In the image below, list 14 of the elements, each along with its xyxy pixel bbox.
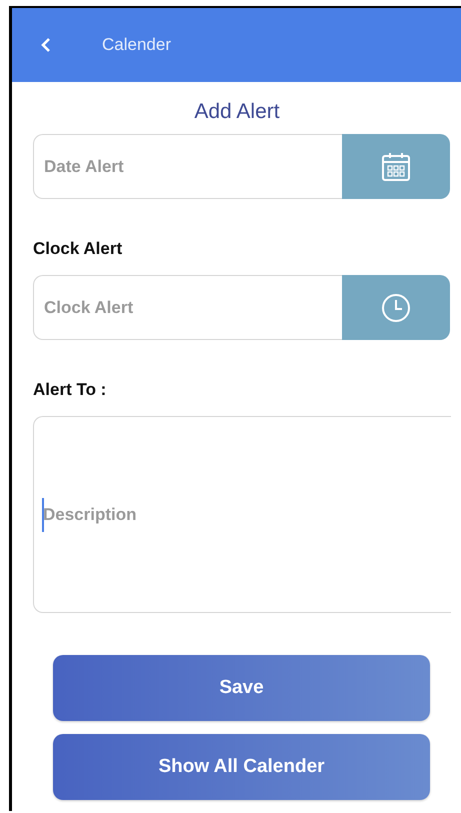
page-heading: Add Alert xyxy=(194,100,280,124)
clock-alert-field[interactable]: Clock Alert xyxy=(33,275,342,340)
back-icon[interactable] xyxy=(40,37,52,53)
calendar-icon xyxy=(380,150,412,182)
header-title: Calender xyxy=(102,35,171,55)
clock-alert-label: Clock Alert xyxy=(33,239,124,259)
show-all-button[interactable]: Show All Calender xyxy=(53,734,430,800)
description-field[interactable]: Description xyxy=(33,416,451,613)
calendar-button[interactable] xyxy=(342,134,450,199)
clock-button[interactable] xyxy=(342,275,450,340)
clock-icon xyxy=(380,292,412,324)
save-button[interactable]: Save xyxy=(53,655,430,721)
alert-to-label: Alert To : xyxy=(33,380,108,400)
date-alert-field[interactable]: Date Alert xyxy=(33,134,342,199)
